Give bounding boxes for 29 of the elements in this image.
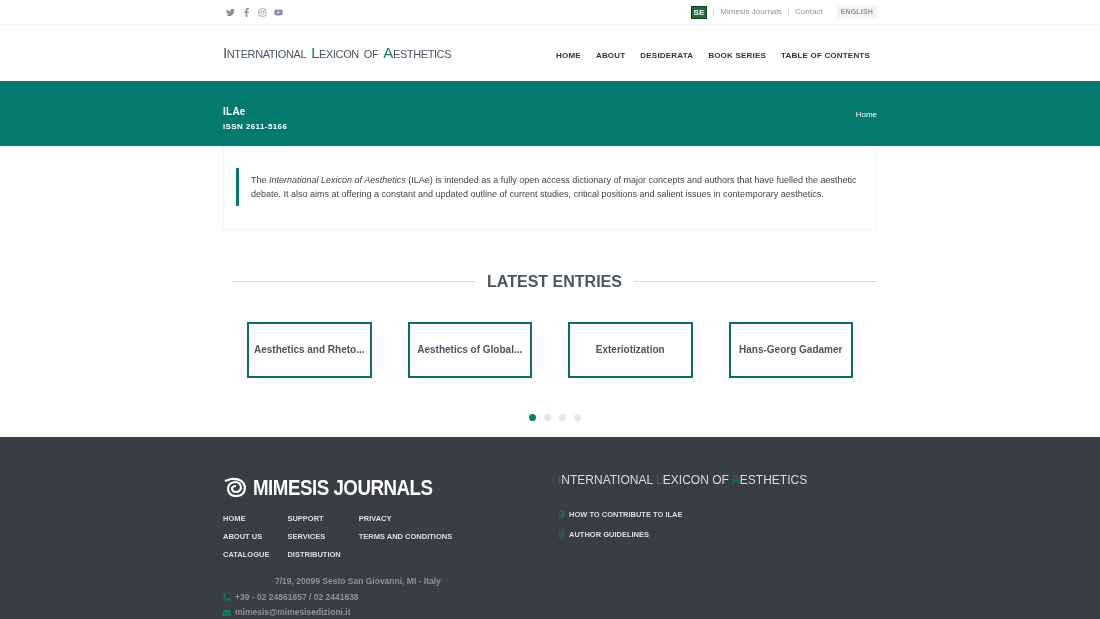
phone-icon: [223, 592, 231, 601]
intro-text: The International Lexicon of Aesthetics (ILAe) is intended as a fully open access dictionary of major concepts and authors that have fuelled the aesthetic debate. It also aims at offering a constant and updated outline of current studies, critical positions and salient issues in contemporary aesthetics.: [251, 174, 858, 202]
entry-card[interactable]: Exteriotization: [568, 321, 693, 378]
youtube-icon[interactable]: [274, 7, 283, 17]
document-icon: [558, 531, 565, 539]
twitter-icon[interactable]: [226, 7, 235, 17]
nav-link[interactable]: TABLE OF CONTENTS: [780, 49, 870, 62]
nav-link[interactable]: HOME: [556, 49, 581, 62]
entry-card[interactable]: Hans-Georg Gadamer: [728, 321, 853, 378]
entry-card[interactable]: Aesthetics and Rheto...: [247, 321, 372, 378]
contact-text: +39 - 02 24861657 / 02 2441638: [235, 590, 359, 604]
contact-text: 7/19, 20099 Sesto San Giovanni, MI - Italy: [275, 574, 441, 588]
section-heading: LATEST ENTRIES: [487, 271, 622, 292]
nav-link[interactable]: BOOK SERIES: [708, 49, 766, 62]
spiral-logo-icon: [223, 477, 247, 498]
page-title: ILAe: [223, 104, 247, 119]
nav-link[interactable]: ABOUT: [595, 49, 626, 62]
footer-brand[interactable]: MIMESIS JOURNALS: [253, 470, 433, 504]
breadcrumb-link[interactable]: Home: [855, 108, 877, 147]
instagram-icon[interactable]: [258, 7, 267, 17]
envelope-icon: [223, 608, 231, 617]
nav-link[interactable]: DESIDERATA: [640, 49, 694, 62]
site-logo[interactable]: INTERNATIONAL LEXICON OF AESTHETICS: [223, 41, 452, 65]
document-icon: [558, 510, 565, 518]
facebook-icon[interactable]: [242, 7, 251, 17]
logo-badge[interactable]: SE: [690, 5, 708, 19]
contact-text: mimesis@mimesisedizioni.it: [235, 606, 351, 619]
entry-card[interactable]: Aesthetics of Global...: [407, 321, 532, 378]
issn-text: ISSN 2611-5166: [223, 120, 288, 133]
